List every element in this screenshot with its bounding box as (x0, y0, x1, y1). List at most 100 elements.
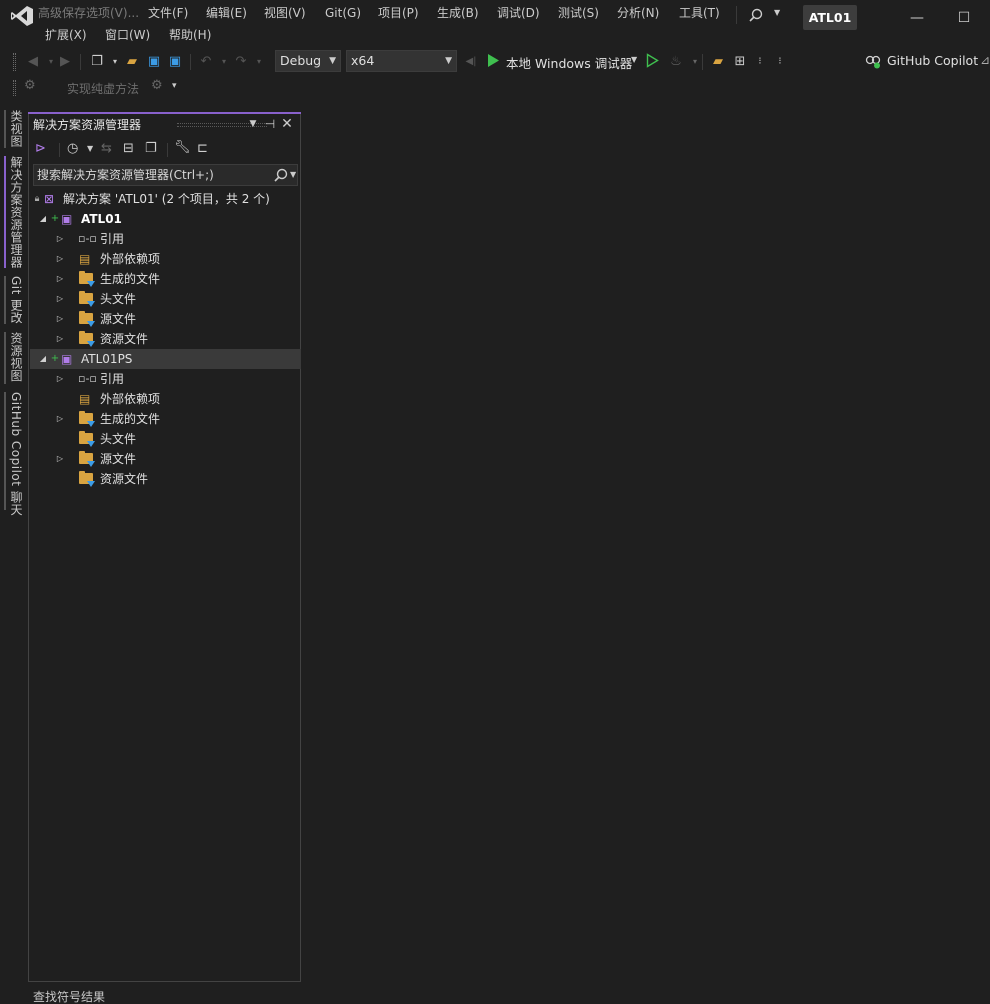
collapsed-arrow-icon[interactable]: ▷ (54, 409, 66, 429)
toolbar-options-icon[interactable]: ▾ (172, 81, 177, 91)
tree-item-header-files[interactable]: ▷ 头文件 (30, 289, 301, 309)
menu-view[interactable]: 视图(V) (264, 4, 306, 22)
tree-project-node-selected[interactable]: ◢ + ▣ ATL01PS (30, 349, 301, 369)
navigate-forward-icon[interactable]: ▶ (56, 52, 74, 70)
tree-item-source-files[interactable]: ▷ 源文件 (30, 449, 301, 469)
collapsed-arrow-icon[interactable]: ▷ (54, 329, 66, 349)
tree-item-external-deps[interactable]: ▷ ▤ 外部依赖项 (30, 249, 301, 269)
start-debugging-icon[interactable] (487, 53, 500, 68)
search-icon[interactable] (274, 168, 288, 182)
chevron-down-icon: ▼ (445, 56, 452, 66)
window-layout-icon[interactable]: ⊞ (731, 52, 749, 70)
collapsed-arrow-icon[interactable]: ▷ (54, 309, 66, 329)
open-folder-icon[interactable]: ▰ (123, 52, 141, 70)
tree-item-references[interactable]: ▷ ▫-▫ 引用 (30, 229, 301, 249)
properties-wrench-icon[interactable]: 🔧︎ (174, 140, 191, 155)
implement-pure-virtual-button[interactable]: 实现纯虚方法 (67, 80, 139, 97)
copilot-icon[interactable] (865, 53, 881, 69)
menu-help[interactable]: 帮助(H) (169, 26, 211, 44)
menu-window[interactable]: 窗口(W) (105, 26, 150, 44)
menu-file[interactable]: 文件(F) (148, 4, 188, 22)
tree-project-node[interactable]: ◢ + ▣ ATL01 (30, 209, 301, 229)
new-project-icon[interactable]: ❐ (88, 52, 106, 70)
implement-pure-virtual-icon[interactable]: ⚙ (24, 78, 36, 93)
collapsed-arrow-icon[interactable]: ▷ (54, 289, 66, 309)
redo-dropdown-icon[interactable]: ▾ (250, 52, 268, 70)
menu-extensions[interactable]: 扩展(X) (45, 26, 87, 44)
menu-debug[interactable]: 调试(D) (497, 4, 540, 22)
tree-item-source-files[interactable]: ▷ 源文件 (30, 309, 301, 329)
undo-icon[interactable]: ↶ (197, 52, 215, 70)
menu-test[interactable]: 测试(S) (558, 4, 599, 22)
collapsed-arrow-icon[interactable]: ▷ (54, 269, 66, 289)
toolbar-grip[interactable] (13, 80, 16, 96)
undo-dropdown-icon[interactable]: ▾ (215, 52, 233, 70)
collapsed-arrow-icon[interactable]: ▷ (54, 249, 66, 269)
show-all-files-icon[interactable]: ❐ (145, 141, 157, 156)
collapsed-arrow-icon[interactable]: ▷ (54, 229, 66, 249)
tree-item-external-deps[interactable]: ▤ 外部依赖项 (30, 389, 301, 409)
hot-reload-icon[interactable]: ♨ (667, 52, 685, 70)
preview-selected-items-icon[interactable]: ⊏ (197, 141, 208, 156)
menu-project[interactable]: 项目(P) (378, 4, 419, 22)
feedback-icon[interactable]: ⊿ (980, 53, 990, 67)
maximize-button[interactable]: ☐ (954, 8, 974, 28)
search-dropdown-icon[interactable]: ▼ (774, 8, 780, 17)
solution-name-badge[interactable]: ATL01 (803, 5, 857, 30)
navigate-back-icon[interactable]: ◀ (24, 52, 42, 70)
visual-studio-logo-icon[interactable] (10, 5, 34, 27)
toolbar-grip[interactable] (13, 53, 16, 71)
copilot-button[interactable]: GitHub Copilot (887, 53, 978, 68)
save-all-icon[interactable]: ▣ (166, 52, 184, 70)
tree-item-resource-files[interactable]: 资源文件 (30, 469, 301, 489)
expanded-arrow-icon[interactable]: ◢ (37, 349, 49, 369)
quick-action-hint[interactable]: 高级保存选项(V)... (38, 4, 139, 22)
tree-item-resource-files[interactable]: ▷ 资源文件 (30, 329, 301, 349)
tab-copilot-chat[interactable]: GitHub Copilot 聊天 (8, 392, 25, 516)
step-back-icon[interactable]: ◀| (462, 52, 480, 70)
configuration-dropdown[interactable]: Debug ▼ (275, 50, 341, 72)
menu-edit[interactable]: 编辑(E) (206, 4, 247, 22)
filter-folder-icon (79, 411, 95, 427)
tree-item-generated-files[interactable]: ▷ 生成的文件 (30, 269, 301, 289)
filter-dropdown-icon[interactable]: ▼ (87, 144, 93, 153)
tab-git-changes[interactable]: Git 更改 (8, 276, 25, 324)
tree-solution-node[interactable]: 🔒︎ ⊠ 解决方案 'ATL01' (2 个项目，共 2 个) (30, 189, 301, 209)
search-icon[interactable] (749, 8, 763, 22)
platform-dropdown[interactable]: x64 ▼ (346, 50, 457, 72)
tab-find-symbol-results[interactable]: 查找符号结果 (33, 988, 105, 1004)
menu-analyze[interactable]: 分析(N) (617, 4, 659, 22)
tab-resource-view[interactable]: 资源视图 (8, 332, 25, 382)
collapsed-arrow-icon[interactable]: ▷ (54, 449, 66, 469)
new-dropdown-icon[interactable]: ▾ (106, 52, 124, 70)
menu-tools[interactable]: 工具(T) (679, 4, 720, 22)
debug-target-dropdown-icon[interactable]: ▼ (631, 55, 637, 64)
toolbar-overflow-icon[interactable]: ⁝ (751, 52, 769, 70)
sync-with-document-icon[interactable]: ⇆ (101, 141, 112, 156)
tree-item-header-files[interactable]: 头文件 (30, 429, 301, 449)
menu-git[interactable]: Git(G) (325, 4, 361, 22)
refactor-icon[interactable]: ⚙ (151, 78, 163, 93)
search-options-icon[interactable]: ▼ (290, 170, 296, 179)
close-icon[interactable]: ✕ (280, 116, 294, 132)
toolbar-options-icon[interactable]: ⁝ (771, 52, 789, 70)
switch-views-icon[interactable]: ⊳ (35, 141, 46, 156)
menu-build[interactable]: 生成(B) (437, 4, 479, 22)
tab-class-view[interactable]: 类视图 (8, 110, 25, 148)
tab-solution-explorer[interactable]: 解决方案资源管理器 (8, 156, 25, 269)
expanded-arrow-icon[interactable]: ◢ (37, 209, 49, 229)
start-without-debugging-icon[interactable] (646, 53, 659, 68)
collapse-all-icon[interactable]: ⊟ (123, 141, 134, 156)
redo-icon[interactable]: ↷ (232, 52, 250, 70)
search-input[interactable] (34, 165, 270, 185)
save-icon[interactable]: ▣ (145, 52, 163, 70)
solution-folder-icon[interactable]: ▰ (709, 52, 727, 70)
panel-options-icon[interactable]: ▼ (246, 116, 260, 132)
collapsed-arrow-icon[interactable]: ▷ (54, 369, 66, 389)
tree-item-generated-files[interactable]: ▷ 生成的文件 (30, 409, 301, 429)
minimize-button[interactable]: — (907, 8, 927, 28)
pending-changes-filter-icon[interactable]: ◷ (67, 141, 78, 156)
pin-icon[interactable]: ⊣ (263, 116, 277, 132)
debug-target-button[interactable]: 本地 Windows 调试器 (506, 53, 632, 72)
tree-item-references[interactable]: ▷ ▫-▫ 引用 (30, 369, 301, 389)
